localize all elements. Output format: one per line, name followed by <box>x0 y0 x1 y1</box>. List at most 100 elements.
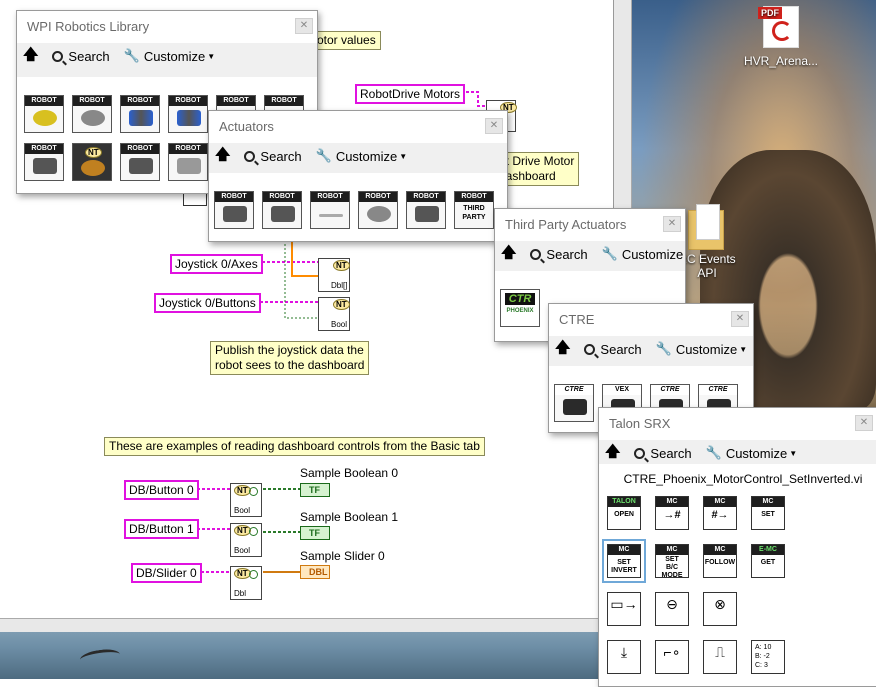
string-constant-joystick-axes[interactable]: Joystick 0/Axes <box>170 254 263 274</box>
palette-talon-srx[interactable]: Talon SRX ✕ 🡅 Search 🔧 Customize ▼ CTRE_Ph… <box>598 407 876 687</box>
customize-label: Customize <box>143 48 206 64</box>
palette-item-mc-set-invert[interactable]: MC SET INVERT <box>602 539 646 583</box>
palette-actuators[interactable]: Actuators ✕ 🡅 Search 🔧 Customize ▼ ROBOT R… <box>208 110 508 242</box>
palette-toolbar: 🡅 Search 🔧Customize▼ <box>17 43 317 69</box>
palette-body: ROBOT ROBOT ROBOT ROBOT ROBOT ROBOT THIRD… <box>209 173 507 241</box>
palette-title-text: Talon SRX <box>609 416 671 431</box>
palette-toolbar: 🡅 Search 🔧Customize▼ <box>495 241 685 267</box>
search-button[interactable]: Search <box>584 342 642 357</box>
palette-item-motion-subpalette[interactable]: ⊗ <box>703 592 737 626</box>
palette-title[interactable]: Actuators ✕ <box>209 111 507 143</box>
sensor-icon: ⊖ <box>666 596 678 612</box>
palette-item-utilities[interactable]: ROBOT <box>168 143 208 181</box>
search-icon <box>584 343 596 355</box>
customize-button[interactable]: 🔧Customize▼ <box>656 341 748 357</box>
up-arrow-icon[interactable]: 🡅 <box>215 144 230 169</box>
palette-item-mc-set[interactable]: MC SET <box>751 496 785 530</box>
palette-item-communications[interactable]: ROBOT <box>24 143 64 181</box>
palette-item-motor-control[interactable]: ROBOT <box>214 191 254 229</box>
motion-icon: ⊗ <box>714 596 726 612</box>
customize-label: Customize <box>725 445 788 461</box>
close-button[interactable]: ✕ <box>663 216 681 232</box>
string-constant-db-slider0[interactable]: DB/Slider 0 <box>131 563 202 583</box>
palette-item-joystick[interactable]: ROBOT <box>72 95 112 133</box>
desktop-icon-label: HVR_Arena... <box>743 54 819 68</box>
indicator-sample-boolean0[interactable]: TF <box>300 483 330 497</box>
string-constant-db-button1[interactable]: DB/Button 1 <box>124 519 199 539</box>
customize-button[interactable]: 🔧Customize▼ <box>316 148 408 164</box>
close-button[interactable]: ✕ <box>855 415 873 431</box>
palette-title-text: WPI Robotics Library <box>27 19 150 34</box>
string-constant-robotdrive-motors[interactable]: RobotDrive Motors <box>355 84 466 104</box>
search-button[interactable]: Search <box>244 149 302 164</box>
palette-item-solenoid[interactable]: ROBOT <box>358 191 398 229</box>
indicator-sample-boolean1[interactable]: TF <box>300 526 330 540</box>
up-arrow-icon[interactable]: 🡅 <box>605 441 620 466</box>
palette-item-networktables[interactable]: NT <box>72 143 112 181</box>
palette-item-mc-follow[interactable]: MC FOLLOW <box>703 544 737 578</box>
indicator-label-sample-boolean1: Sample Boolean 1 <box>300 510 399 524</box>
close-button[interactable]: ✕ <box>295 18 313 34</box>
palette-item-mc-write[interactable]: MC #→ <box>703 496 737 530</box>
palette-item-camera[interactable]: ROBOT <box>120 143 160 181</box>
search-label: Search <box>650 445 692 461</box>
palette-toolbar: 🡅 Search 🔧Customize▼ <box>209 143 507 169</box>
search-button[interactable]: Search <box>52 48 110 64</box>
palette-item-mc-subpalette[interactable]: ▭→ <box>607 592 641 626</box>
palette-item-robot-drive[interactable]: ROBOT <box>24 95 64 133</box>
search-button[interactable]: Search <box>634 445 692 461</box>
palette-item-sensors[interactable]: ROBOT <box>168 95 208 133</box>
palette-title[interactable]: Talon SRX ✕ <box>599 408 876 440</box>
palette-item-third-party[interactable]: ROBOT THIRD PARTY <box>454 191 494 229</box>
customize-label: Customize <box>335 148 398 164</box>
palette-item-sensor-subpalette[interactable]: ⊖ <box>655 592 689 626</box>
search-icon <box>634 447 646 459</box>
customize-button[interactable]: 🔧Customize▼ <box>124 48 216 64</box>
palette-item-servo[interactable]: ROBOT <box>262 191 302 229</box>
switch-icon: ⌐∘ <box>663 644 681 660</box>
search-label: Search <box>546 246 588 262</box>
search-label: Search <box>68 48 110 64</box>
nt-read-node-slider0[interactable]: NT Dbl <box>230 566 262 600</box>
nt-read-node-button0[interactable]: NT Bool <box>230 483 262 517</box>
search-icon <box>530 248 542 260</box>
search-button[interactable]: Search <box>530 246 588 262</box>
up-arrow-icon[interactable]: 🡅 <box>555 337 570 362</box>
customize-button[interactable]: 🔧Customize▼ <box>602 246 685 262</box>
palette-item-emc-get[interactable]: E-MC GET <box>751 544 785 578</box>
palette-item-config-subpalette[interactable]: ⤓ <box>607 640 641 674</box>
palette-item-mc-set-bc-mode[interactable]: MC SET B/C MODE <box>655 544 689 579</box>
palette-item-switch-subpalette[interactable]: ⌐∘ <box>655 640 689 674</box>
string-constant-joystick-buttons[interactable]: Joystick 0/Buttons <box>154 293 261 313</box>
nt-write-node-axes[interactable]: NT Dbl[] <box>318 258 350 292</box>
palette-title[interactable]: Third Party Actuators ✕ <box>495 209 685 241</box>
palette-item-mc-read[interactable]: MC →# <box>655 496 689 530</box>
up-arrow-icon[interactable]: 🡅 <box>501 242 516 267</box>
string-constant-db-button0[interactable]: DB/Button 0 <box>124 480 199 500</box>
nt-write-node-buttons[interactable]: NT Bool <box>318 297 350 331</box>
nt-read-glyph <box>249 570 258 579</box>
comment-dashboard-examples: These are examples of reading dashboard … <box>104 437 485 456</box>
palette-title[interactable]: CTRE ✕ <box>549 304 753 336</box>
enum-values: A: 10 B: -2 C: 3 <box>755 644 772 669</box>
palette-item-talon-srx[interactable]: CTRE <box>554 384 594 422</box>
close-button[interactable]: ✕ <box>485 118 503 134</box>
palette-title[interactable]: WPI Robotics Library ✕ <box>17 11 317 43</box>
close-button[interactable]: ✕ <box>731 311 749 327</box>
palette-item-pulse-subpalette[interactable]: ⎍ <box>703 640 737 674</box>
horizontal-scrollbar[interactable] <box>0 618 632 632</box>
palette-item-enum-subpalette[interactable]: A: 10 B: -2 C: 3 <box>751 640 785 674</box>
palette-item-ctre-phoenix[interactable]: CTR PHOENIX <box>500 289 540 327</box>
palette-item-relay[interactable]: ROBOT <box>310 191 350 229</box>
nt-read-node-button1[interactable]: NT Bool <box>230 523 262 557</box>
palette-toolbar: 🡅 Search 🔧Customize▼ <box>599 440 876 466</box>
customize-button[interactable]: 🔧Customize▼ <box>706 445 798 461</box>
palette-item-talon-open[interactable]: TALON OPEN <box>607 496 641 530</box>
up-arrow-icon[interactable]: 🡅 <box>23 44 38 69</box>
comment-motor-values: otor values <box>312 31 381 50</box>
mc-arrow-icon: ▭→ <box>610 596 638 612</box>
palette-item-actuators[interactable]: ROBOT <box>120 95 160 133</box>
desktop-icon-pdf[interactable]: PDF HVR_Arena... <box>736 6 826 68</box>
palette-item-compressor[interactable]: ROBOT <box>406 191 446 229</box>
indicator-sample-slider0[interactable]: DBL <box>300 565 330 579</box>
